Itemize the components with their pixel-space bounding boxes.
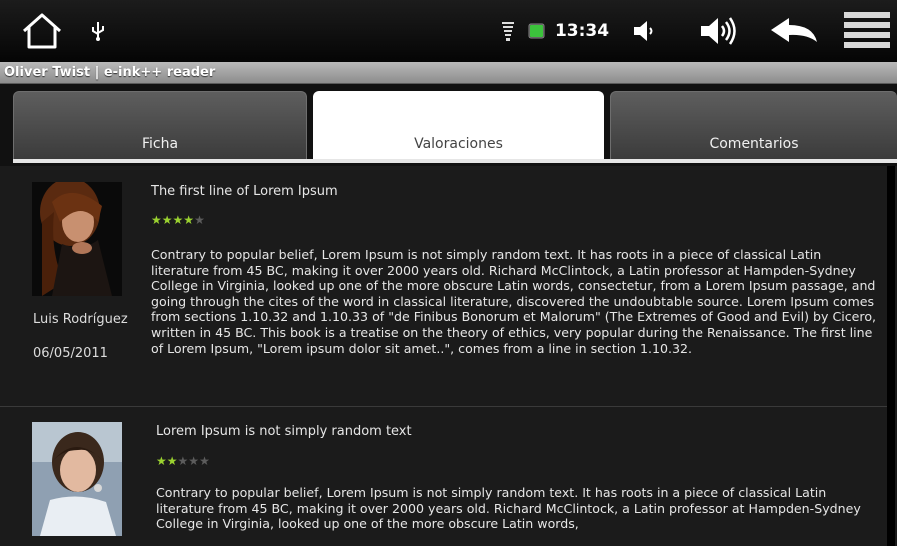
review-date: 06/05/2011 <box>33 346 108 361</box>
back-icon[interactable] <box>764 0 824 62</box>
reviews-list[interactable]: The first line of Lorem Ipsum ★★★★★ Cont… <box>0 166 897 546</box>
volume-up-icon[interactable] <box>693 0 745 62</box>
tab-valoraciones[interactable]: Valoraciones <box>313 91 604 159</box>
home-icon[interactable] <box>16 0 68 62</box>
review-item[interactable]: Lorem Ipsum is not simply random text ★★… <box>0 408 887 546</box>
tab-label: Valoraciones <box>414 136 503 152</box>
battery-icon <box>524 0 550 62</box>
rating-stars: ★★★★★ <box>151 213 205 227</box>
star-icon: ★ <box>161 213 173 227</box>
volume-down-icon[interactable] <box>624 0 664 62</box>
star-icon: ★ <box>166 454 178 468</box>
rating-stars: ★★★★★ <box>156 454 210 468</box>
scrollbar[interactable] <box>887 166 895 546</box>
title-bar: Oliver Twist | e-ink++ reader <box>0 62 897 84</box>
avatar <box>32 182 122 296</box>
star-icon: ★ <box>188 454 200 468</box>
clock: 13:34 <box>554 21 610 41</box>
usb-icon <box>86 0 110 62</box>
app-title: Oliver Twist | e-ink++ reader <box>4 65 216 80</box>
star-icon: ★ <box>156 454 167 468</box>
review-title: Lorem Ipsum is not simply random text <box>156 424 412 439</box>
tab-label: Comentarios <box>709 136 799 152</box>
review-text: Contrary to popular belief, Lorem Ipsum … <box>151 247 877 356</box>
wifi-icon <box>496 0 520 62</box>
avatar <box>32 422 122 536</box>
review-title: The first line of Lorem Ipsum <box>151 184 338 199</box>
tab-ficha[interactable]: Ficha <box>13 91 307 159</box>
tab-bar: Ficha Valoraciones Comentarios <box>0 84 897 166</box>
star-icon: ★ <box>194 213 205 227</box>
review-item[interactable]: The first line of Lorem Ipsum ★★★★★ Cont… <box>0 166 887 407</box>
tab-comentarios[interactable]: Comentarios <box>610 91 897 159</box>
star-icon: ★ <box>151 213 162 227</box>
review-author: Luis Rodríguez <box>33 312 128 327</box>
tab-underline <box>13 159 897 163</box>
menu-icon[interactable] <box>842 0 892 62</box>
status-bar: 13:34 <box>0 0 897 62</box>
tab-label: Ficha <box>141 136 179 152</box>
review-text: Contrary to popular belief, Lorem Ipsum … <box>156 485 861 532</box>
star-icon: ★ <box>199 454 210 468</box>
star-icon: ★ <box>177 454 189 468</box>
star-icon: ★ <box>172 213 184 227</box>
star-icon: ★ <box>183 213 195 227</box>
